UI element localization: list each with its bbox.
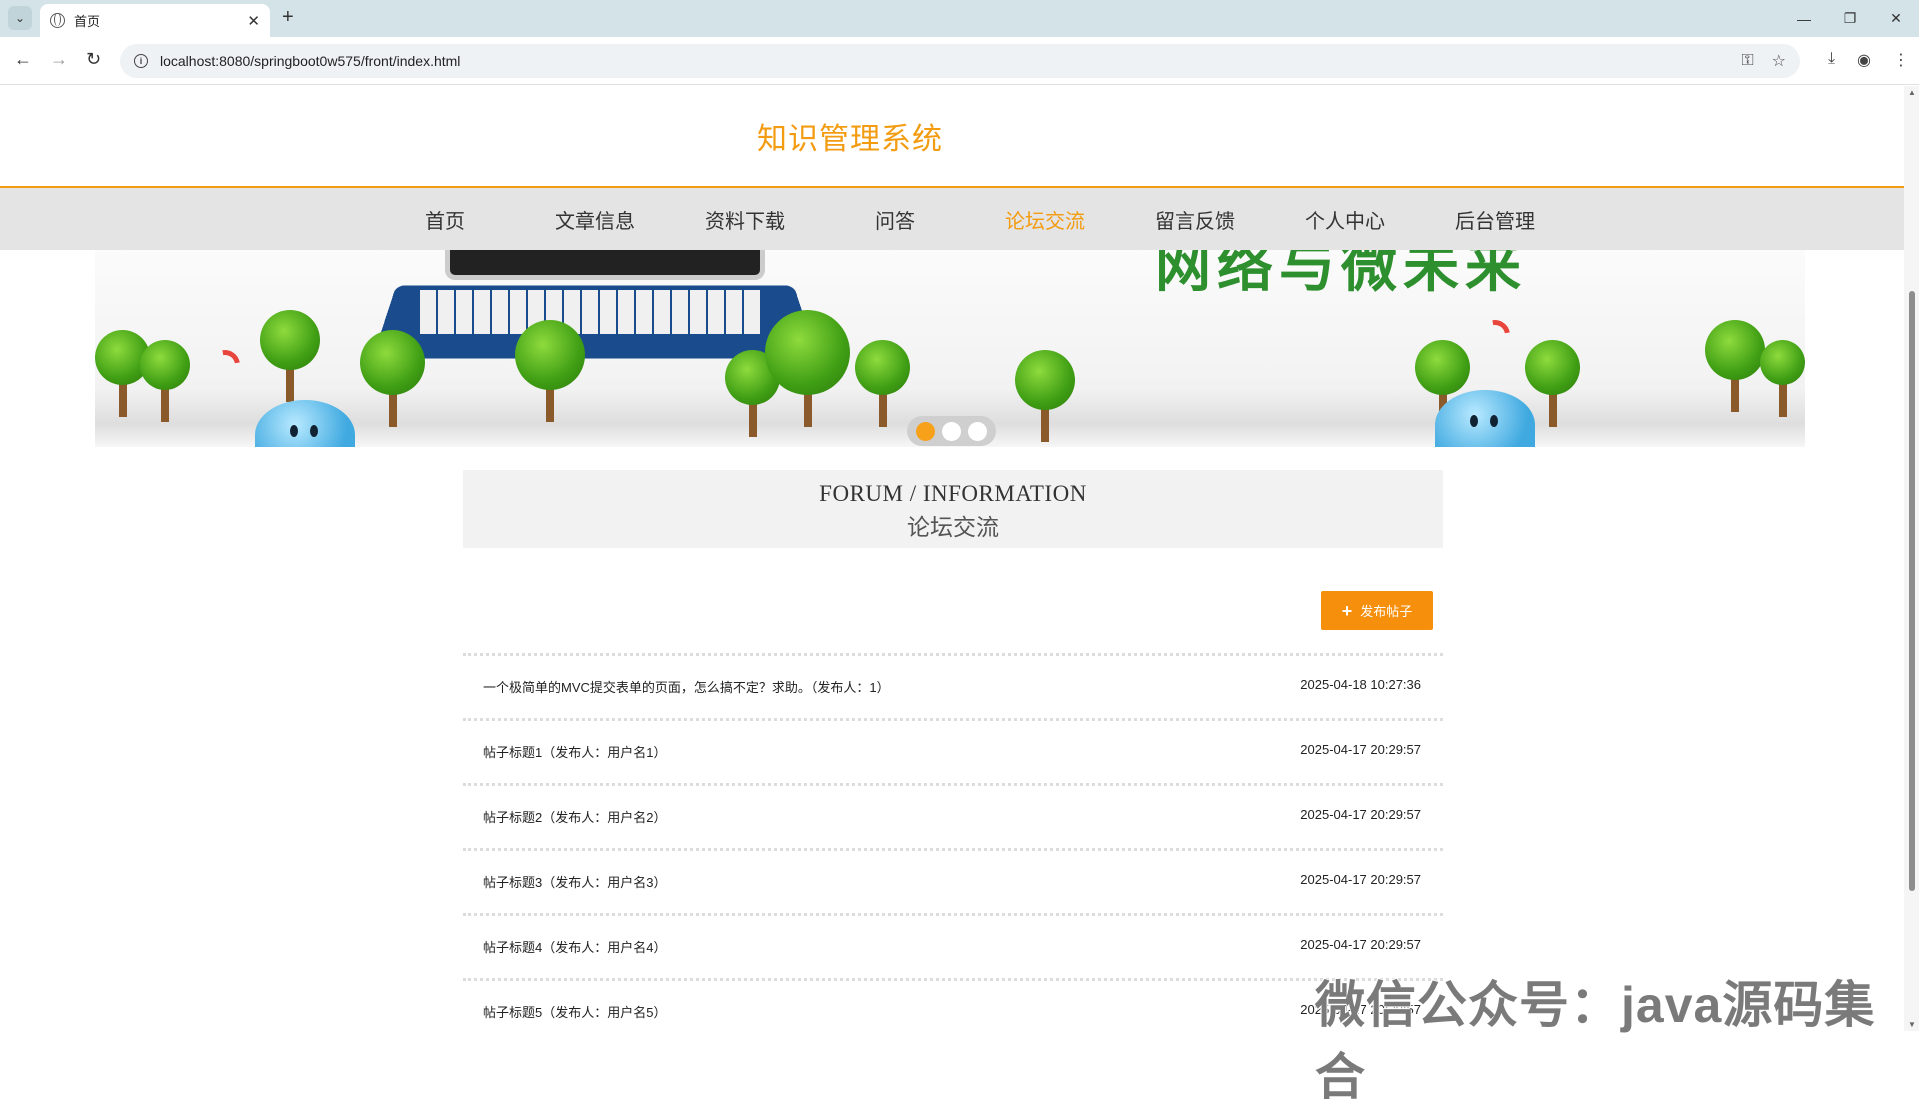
key-icon[interactable]: ⚿ <box>1741 52 1753 70</box>
main-nav: 首页 文章信息 资料下载 问答 论坛交流 留言反馈 个人中心 后台管理 <box>0 186 1904 250</box>
back-icon[interactable]: ← <box>14 49 32 70</box>
post-row[interactable]: 帖子标题5（发布人：用户名5） 2025-04-17 20:29:57 <box>463 978 1443 1031</box>
wifi-illustration <box>1474 314 1516 356</box>
publish-post-button[interactable]: + 发布帖子 <box>1321 591 1433 630</box>
post-date: 2025-04-17 20:29:57 <box>1300 807 1421 822</box>
post-row[interactable]: 帖子标题4（发布人：用户名4） 2025-04-17 20:29:57 <box>463 913 1443 978</box>
post-date: 2025-04-17 20:29:57 <box>1300 937 1421 952</box>
section-title-cn: 论坛交流 <box>907 515 999 540</box>
post-date: 2025-04-17 20:29:57 <box>1300 742 1421 757</box>
wifi-illustration <box>204 344 246 386</box>
post-title[interactable]: 一个极简单的MVC提交表单的页面，怎么搞不定？求助。（发布人：1） <box>483 677 890 696</box>
post-title[interactable]: 帖子标题5（发布人：用户名5） <box>483 1002 666 1021</box>
address-bar[interactable]: i localhost:8080/springboot0w575/front/i… <box>120 44 1800 78</box>
url-text[interactable]: localhost:8080/springboot0w575/front/ind… <box>160 53 1723 69</box>
carousel-dot[interactable] <box>942 421 961 441</box>
minimize-icon[interactable]: — <box>1781 0 1827 37</box>
scrollbar-thumb[interactable] <box>1909 291 1915 891</box>
profile-icon[interactable]: ◉ <box>1857 50 1871 70</box>
post-title[interactable]: 帖子标题1（发布人：用户名1） <box>483 742 666 761</box>
download-icon[interactable]: ⤓ <box>1828 50 1835 70</box>
site-info-icon[interactable]: i <box>134 54 148 68</box>
post-title[interactable]: 帖子标题3（发布人：用户名3） <box>483 872 666 891</box>
plus-icon: + <box>1341 600 1353 621</box>
site-title: 知识管理系统 <box>757 123 943 156</box>
post-row[interactable]: 帖子标题2（发布人：用户名2） 2025-04-17 20:29:57 <box>463 783 1443 848</box>
post-date: 2025-04-17 20:29:57 <box>1300 872 1421 887</box>
browser-tab-strip: ⌄ 首页 ✕ + — ❐ ✕ <box>0 0 1919 37</box>
nav-item[interactable]: 个人中心 <box>1270 205 1420 234</box>
scroll-up-icon[interactable]: ▲ <box>1908 88 1916 97</box>
carousel-dot[interactable] <box>916 421 935 441</box>
browser-tab[interactable]: 首页 ✕ <box>40 4 270 37</box>
laptop-illustration <box>372 250 818 360</box>
post-title[interactable]: 帖子标题4（发布人：用户名4） <box>483 937 666 956</box>
publish-post-label: 发布帖子 <box>1360 604 1413 619</box>
post-row[interactable]: 一个极简单的MVC提交表单的页面，怎么搞不定？求助。（发布人：1） 2025-04… <box>463 653 1443 718</box>
post-list: 一个极简单的MVC提交表单的页面，怎么搞不定？求助。（发布人：1） 2025-04… <box>463 653 1443 1031</box>
nav-item[interactable]: 留言反馈 <box>1120 205 1270 234</box>
carousel-dot[interactable] <box>968 421 987 441</box>
nav-item[interactable]: 首页 <box>370 205 520 234</box>
banner-text: 网络与微未来 <box>1155 250 1527 298</box>
section-header: FORUM / INFORMATION 论坛交流 <box>463 470 1443 548</box>
watermark: 微信公众号：java源码集合 <box>1315 977 1876 1105</box>
new-tab-button[interactable]: + <box>282 6 294 29</box>
site-header: 知识管理系统 <box>0 86 1904 186</box>
carousel-indicators <box>907 416 996 446</box>
nav-item[interactable]: 论坛交流 <box>970 205 1120 234</box>
post-row[interactable]: 帖子标题1（发布人：用户名1） 2025-04-17 20:29:57 <box>463 718 1443 783</box>
globe-icon <box>50 13 65 28</box>
forward-icon[interactable]: → <box>50 49 68 70</box>
post-row[interactable]: 帖子标题3（发布人：用户名3） 2025-04-17 20:29:57 <box>463 848 1443 913</box>
section-title-en: FORUM / INFORMATION <box>819 481 1087 506</box>
nav-item[interactable]: 资料下载 <box>670 205 820 234</box>
tab-search-button[interactable]: ⌄ <box>8 6 32 30</box>
reload-icon[interactable]: ↻ <box>86 49 101 70</box>
star-icon[interactable]: ☆ <box>1772 51 1786 71</box>
tab-title: 首页 <box>74 14 101 29</box>
nav-item[interactable]: 后台管理 <box>1420 205 1570 234</box>
browser-toolbar: ← → ↻ i localhost:8080/springboot0w575/f… <box>0 37 1919 85</box>
restore-icon[interactable]: ❐ <box>1827 0 1873 37</box>
robot-illustration <box>1435 390 1535 447</box>
window-controls: — ❐ ✕ <box>1781 0 1919 37</box>
nav-item[interactable]: 问答 <box>820 205 970 234</box>
page-scrollbar[interactable]: ▲ ▼ <box>1904 86 1919 1031</box>
menu-icon[interactable]: ⋮ <box>1893 50 1909 70</box>
post-title[interactable]: 帖子标题2（发布人：用户名2） <box>483 807 666 826</box>
nav-item[interactable]: 文章信息 <box>520 205 670 234</box>
window-close-icon[interactable]: ✕ <box>1873 0 1919 37</box>
close-icon[interactable]: ✕ <box>247 12 260 30</box>
toolbar-right: ⤓ ◉ ⋮ <box>1828 50 1909 70</box>
post-date: 2025-04-18 10:27:36 <box>1300 677 1421 692</box>
chevron-down-icon: ⌄ <box>14 11 26 25</box>
nav-items: 首页 文章信息 资料下载 问答 论坛交流 留言反馈 个人中心 后台管理 <box>370 188 1570 250</box>
page-viewport: 知识管理系统 首页 文章信息 资料下载 问答 论坛交流 留言反馈 个人中心 后台管理 网络与微… <box>0 86 1904 1031</box>
